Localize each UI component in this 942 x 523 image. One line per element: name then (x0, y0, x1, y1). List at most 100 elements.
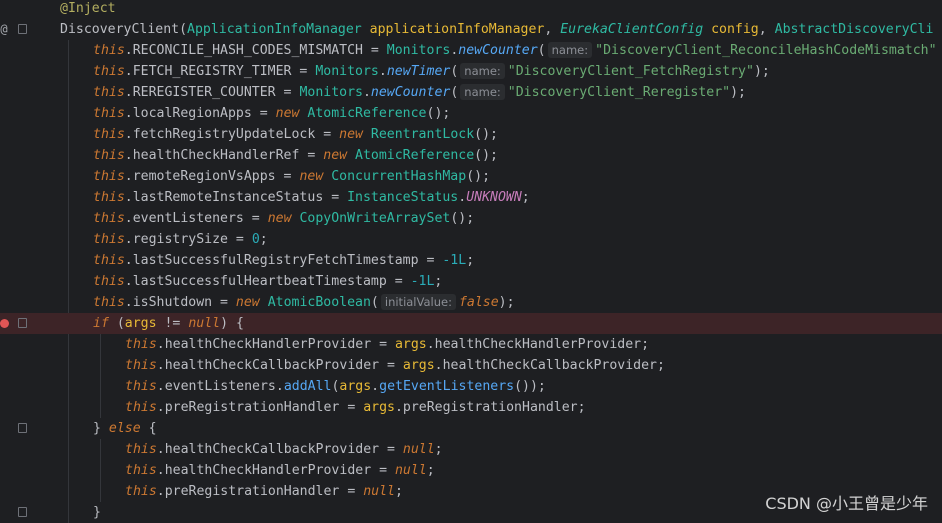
code-token: Monitors (315, 64, 379, 79)
fold-toggle-icon[interactable] (17, 19, 27, 40)
code-token: ApplicationInfoManager (187, 22, 362, 37)
code-token: this (93, 295, 125, 310)
code-line[interactable]: this.lastRemoteInstanceStatus = Instance… (0, 187, 942, 208)
code-line[interactable]: this.healthCheckHandlerRef = new AtomicR… (0, 145, 942, 166)
code-token: false (458, 295, 499, 310)
code-token: this (93, 169, 125, 184)
code-token: .lastSuccessfulHeartbeatTimestamp = (124, 274, 411, 289)
code-token: .healthCheckCallbackProvider = (156, 442, 403, 457)
parameter-hint: name: (460, 63, 505, 79)
code-text: this.healthCheckHandlerProvider = null; (125, 460, 435, 481)
code-token: (); (450, 211, 475, 226)
code-line[interactable]: this.localRegionApps = new AtomicReferen… (0, 103, 942, 124)
code-token: this (125, 442, 157, 457)
code-token: ( (370, 295, 379, 310)
code-token: AtomicBoolean (267, 295, 371, 310)
code-line[interactable]: this.registrySize = 0; (0, 229, 942, 250)
code-text: this.registrySize = 0; (93, 229, 268, 250)
code-line[interactable]: this.RECONCILE_HASH_CODES_MISMATCH = Mon… (0, 40, 942, 61)
code-text: this.healthCheckHandlerRef = new AtomicR… (93, 145, 498, 166)
code-line[interactable]: this.healthCheckCallbackProvider = args.… (0, 355, 942, 376)
fold-toggle-icon[interactable] (17, 418, 27, 439)
code-text: this.lastRemoteInstanceStatus = Instance… (93, 187, 530, 208)
fold-toggle-icon[interactable] (17, 313, 27, 334)
code-token: this (125, 400, 157, 415)
code-token: new (339, 127, 363, 142)
code-text: this.remoteRegionVsApps = new Concurrent… (93, 166, 490, 187)
code-token: ConcurrentHashMap (331, 169, 467, 184)
code-token: DiscoveryClient (60, 22, 180, 37)
code-token: this (125, 337, 157, 352)
code-token: .eventListeners = (124, 211, 268, 226)
code-token: args (363, 400, 395, 415)
code-line[interactable]: this.healthCheckHandlerProvider = null; (0, 460, 942, 481)
code-token: -1L (410, 274, 435, 289)
code-token: ( (537, 43, 546, 58)
code-line[interactable]: this.preRegistrationHandler = args.preRe… (0, 397, 942, 418)
code-token: ); (730, 85, 746, 100)
code-token: this (93, 190, 125, 205)
code-line[interactable]: this.lastSuccessfulHeartbeatTimestamp = … (0, 271, 942, 292)
code-text: this.fetchRegistryUpdateLock = new Reent… (93, 124, 498, 145)
code-text: this.eventListeners = new CopyOnWriteArr… (93, 208, 474, 229)
code-token: this (125, 379, 157, 394)
code-token: Monitors (299, 85, 363, 100)
parameter-hint: name: (460, 84, 505, 100)
code-token: .lastRemoteInstanceStatus = (124, 190, 348, 205)
code-line[interactable]: this.lastSuccessfulRegistryFetchTimestam… (0, 250, 942, 271)
code-line[interactable]: this.remoteRegionVsApps = new Concurrent… (0, 166, 942, 187)
code-token: (); (466, 169, 491, 184)
code-text: this.healthCheckHandlerProvider = args.h… (125, 334, 649, 355)
code-editor[interactable]: @Inject @ DiscoveryClient ( ApplicationInfoM… (0, 0, 942, 523)
code-token: applicationInfoManager (369, 22, 545, 37)
code-token: this (93, 127, 125, 142)
fold-box-icon (17, 423, 27, 433)
code-token: .RECONCILE_HASH_CODES_MISMATCH = (124, 43, 387, 58)
fold-toggle-icon[interactable] (17, 502, 27, 523)
code-line[interactable]: this.FETCH_REGISTRY_TIMER = Monitors.new… (0, 61, 942, 82)
code-text: this.healthCheckCallbackProvider = args.… (125, 355, 665, 376)
code-token: ); (498, 295, 515, 310)
code-line[interactable]: this.eventListeners.addAll(args.getEvent… (0, 376, 942, 397)
code-line[interactable]: this.fetchRegistryUpdateLock = new Reent… (0, 124, 942, 145)
code-token: this (93, 253, 125, 268)
code-token: } (93, 505, 101, 520)
code-token: .preRegistrationHandler = (156, 484, 364, 499)
code-token: new (235, 295, 260, 310)
code-text: this.REREGISTER_COUNTER = Monitors.newCo… (93, 82, 746, 103)
breakpoint-icon[interactable] (0, 319, 9, 328)
code-line[interactable]: } else { (0, 418, 942, 439)
code-token: ; (466, 253, 475, 268)
code-line[interactable]: this.eventListeners = new CopyOnWriteArr… (0, 208, 942, 229)
code-text: } (93, 502, 101, 523)
code-line[interactable]: this.healthCheckCallbackProvider = null; (0, 439, 942, 460)
annotation-gutter-icon[interactable]: @ (0, 19, 9, 40)
code-token: ; (434, 274, 443, 289)
code-token: . (378, 64, 387, 79)
code-token: .healthCheckHandlerProvider = (156, 337, 395, 352)
code-line[interactable]: this.healthCheckHandlerProvider = args.h… (0, 334, 942, 355)
code-token: new (299, 169, 324, 184)
code-line[interactable]: this.isShutdown = new AtomicBoolean(init… (0, 292, 942, 313)
code-token: AbstractDiscoveryCli (774, 22, 934, 37)
code-token: .lastSuccessfulRegistryFetchTimestamp = (124, 253, 443, 268)
code-token: } (93, 421, 109, 436)
code-token: args (339, 379, 372, 394)
code-token: .healthCheckCallbackProvider; (434, 358, 665, 373)
code-token: newTimer (386, 64, 451, 79)
code-token: "DiscoveryClient_FetchRegistry" (507, 64, 754, 79)
code-line-breakpoint[interactable]: if (args != null) { (0, 313, 942, 334)
code-token: new (275, 106, 300, 121)
code-token: -1L (442, 253, 467, 268)
code-line[interactable]: this.REREGISTER_COUNTER = Monitors.newCo… (0, 82, 942, 103)
code-token: ; (521, 190, 530, 205)
code-token: new (267, 211, 292, 226)
code-line[interactable]: @Inject (0, 0, 942, 19)
code-token: != (156, 316, 189, 331)
code-line[interactable]: @ DiscoveryClient(ApplicationInfoManager … (0, 19, 942, 40)
code-token: this (93, 274, 125, 289)
code-token: this (93, 232, 125, 247)
